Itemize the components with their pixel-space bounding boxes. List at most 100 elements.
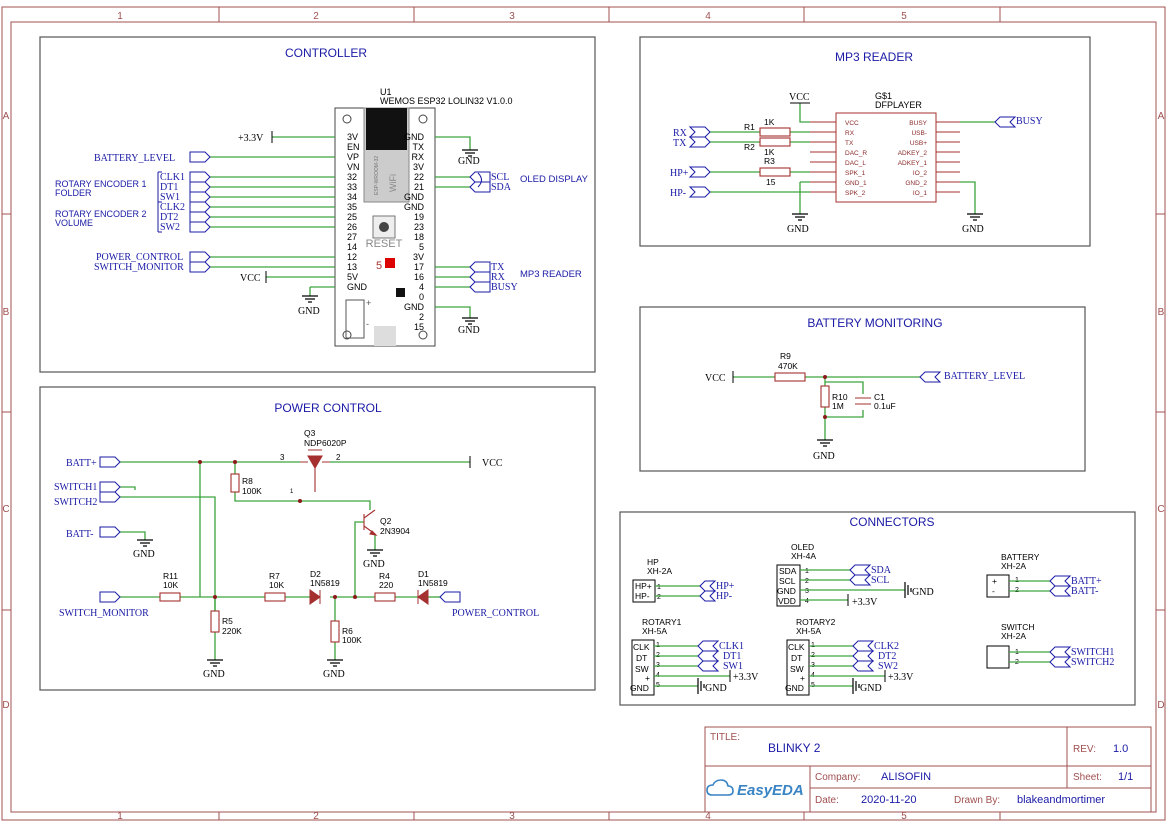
rotary1-connector: ROTARY1 XH-5A CLK DT SW + GND 1 2 3 4 5 … [630,617,759,696]
c1-value: 0.1uF [874,401,896,411]
df-pin-gnd2: GND_2 [905,180,927,187]
title-label: TITLE: [710,732,740,743]
hp-net2: HP- [716,591,732,602]
gnd-label-u1-right2: GND [458,325,480,336]
gnd-label-u1-right1: GND [458,156,480,167]
r10-body [820,385,830,408]
rev-value: 1.0 [1113,743,1128,755]
battery-connector: BATTERY XH-2A + - 1 2 BATT+ BATT- [986,552,1102,598]
drawn-label: Drawn By: [954,795,1000,806]
d2-value: 1N5819 [310,578,340,588]
hp-pin1: HP+ [635,581,652,591]
r5-value: 220K [222,626,242,636]
pc-gnd-2: GND [363,559,385,570]
rotary-encoder-1-sub: FOLDER [55,188,92,198]
pc-switch2: SWITCH2 [54,497,97,508]
gnd-symbols-mp3 [792,213,983,221]
r10-value: 1M [832,401,844,411]
u1-pin-12: 12 [347,252,357,262]
mp3-gnd-1: GND [787,224,809,235]
oled-pin-no-2: 2 [805,578,809,585]
pc-gnd-1: GND [133,549,155,560]
module-text: ESP-WROOM-32 [374,156,380,195]
led-black [396,288,405,297]
wifi-text: WiFi [388,174,398,192]
r9-value: 470K [778,361,798,371]
oled-net3: GND [912,587,934,598]
bat-net: BATTERY_LEVEL [944,371,1025,382]
oled-pin3: GND [777,586,796,596]
hp-pin-no-2: 2 [657,594,661,601]
mp3-tx: TX [673,138,687,149]
df-pin-rx: RX [845,130,855,137]
r6-value: 100K [342,635,362,645]
gnd-label-u1-left: GND [298,306,320,317]
r8-ref: R8 [242,476,253,486]
oled-pin-no-1: 1 [805,568,809,575]
drawn-value: blakeandmortimer [1017,794,1105,806]
u1-pin-gnd-r1: GND [404,132,425,142]
mp3-busy: BUSY [1016,116,1043,127]
r7-body [264,592,286,602]
net-3v3: +3.3V [238,133,264,144]
col-label-4-bottom: 4 [705,811,711,822]
d1-value: 1N5819 [418,578,448,588]
pc-gnd-4: GND [323,669,345,680]
df-pin-io1: IO_1 [913,190,927,197]
mp3-hp-minus: HP- [670,188,686,199]
net-switch-monitor: SWITCH_MONITOR [94,262,184,273]
u1-pin-gnd-r3: GND [404,202,425,212]
sheet-frame [1,6,1166,821]
controller-right-flags [469,171,491,293]
u1-pin-gnd-r4: GND [404,302,425,312]
sw-conn-net2: SWITCH2 [1071,657,1114,668]
r8-value: 100K [242,486,262,496]
connectors-title: CONNECTORS [849,515,934,529]
r2-ref: R2 [744,142,755,152]
batt-conn-type: XH-2A [1001,561,1026,571]
df-pin-spk2: SPK_2 [845,190,866,197]
df-pin-dacl: DAC_L [845,160,866,167]
r9-ref: R9 [780,351,791,361]
batt-conn-pin1: + [992,576,997,586]
oled-pin2: SCL [779,576,796,586]
pc-switch1: SWITCH1 [54,482,97,493]
oled-pin-no-4: 4 [805,598,809,605]
u1-pin-gnd-l: GND [347,282,368,292]
g1-part: DFPLAYER [875,100,922,110]
u1-pin-17: 17 [414,262,424,272]
r7-value: 10K [269,580,284,590]
u1-pin-26: 26 [347,222,357,232]
rot1-pin2: DT [636,653,647,663]
pc-switch-monitor: SWITCH_MONITOR [59,608,149,619]
rot2-type: XH-5A [796,626,821,636]
col-label-1: 1 [117,11,123,22]
u1-pin-0: 0 [419,292,424,302]
led-red [385,258,395,268]
r3-body [759,167,791,177]
controller-left-flags [189,151,211,273]
rot1-pin1: CLK [633,642,650,652]
u1-pin-gnd-r2: GND [404,192,425,202]
rot1-type: XH-5A [642,626,667,636]
r1-body [759,127,791,137]
r8-body [230,473,240,493]
r6-body [330,620,340,643]
r1-value: 1K [764,117,775,127]
pc-vcc: VCC [482,458,503,469]
u1-pin-32: 32 [347,172,357,182]
u1-pin-vn: VN [347,162,360,172]
title-block: TITLE: BLINKY 2 REV: 1.0 Company: ALISOF… [704,726,1152,813]
net-sw2: SW2 [160,222,180,233]
dfplayer-pin-lines [810,121,960,193]
company-value: ALISOFIN [881,771,931,783]
rotary-encoder-2-sub: VOLUME [55,218,93,228]
df-pin-spk1: SPK_1 [845,170,866,177]
col-label-1-bottom: 1 [117,811,123,822]
mp3-section: MP3 READER G$1 DFPLAYER VCC RX TX DAC_R … [639,36,1091,247]
row-label-b-right: B [1158,307,1165,318]
rot2-net5: GND [860,683,882,694]
df-pin-busy: BUSY [909,120,927,127]
u1-pin-4: 4 [419,282,424,292]
q3-pin3: 3 [280,453,285,462]
